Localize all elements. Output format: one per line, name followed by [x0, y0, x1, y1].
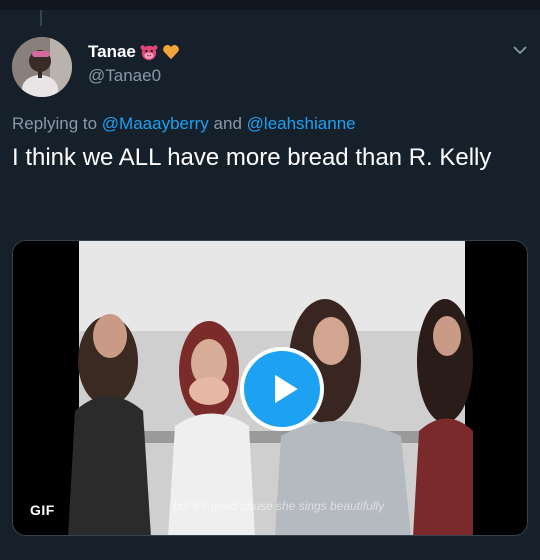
- cow-face-icon: [140, 45, 158, 61]
- chevron-down-icon[interactable]: [512, 44, 528, 56]
- display-name[interactable]: Tanae: [88, 42, 136, 62]
- play-button[interactable]: [240, 347, 324, 431]
- replying-to-label: Replying to: [12, 114, 98, 133]
- user-handle[interactable]: @Tanae0: [88, 66, 161, 86]
- author-name-row: Tanae: [88, 42, 180, 62]
- thread-connector-line: [40, 10, 42, 26]
- gif-badge: GIF: [23, 499, 62, 521]
- orange-heart-icon: [163, 45, 179, 60]
- avatar-image: [12, 37, 72, 97]
- play-icon: [275, 374, 298, 404]
- avatar[interactable]: [12, 37, 72, 97]
- mention-link[interactable]: @Maaayberry: [102, 114, 209, 133]
- gif-media[interactable]: but it's good cause she sings beautifull…: [12, 240, 528, 536]
- top-strip: [0, 0, 540, 10]
- tweet-text: I think we ALL have more bread than R. K…: [12, 144, 492, 171]
- mention-link[interactable]: @leahshianne: [247, 114, 356, 133]
- gif-subtitle: but it's good cause she sings beautifull…: [173, 499, 385, 513]
- replying-joiner: and: [213, 114, 242, 133]
- replying-to-line: Replying to @Maaayberry and @leahshianne: [12, 114, 356, 134]
